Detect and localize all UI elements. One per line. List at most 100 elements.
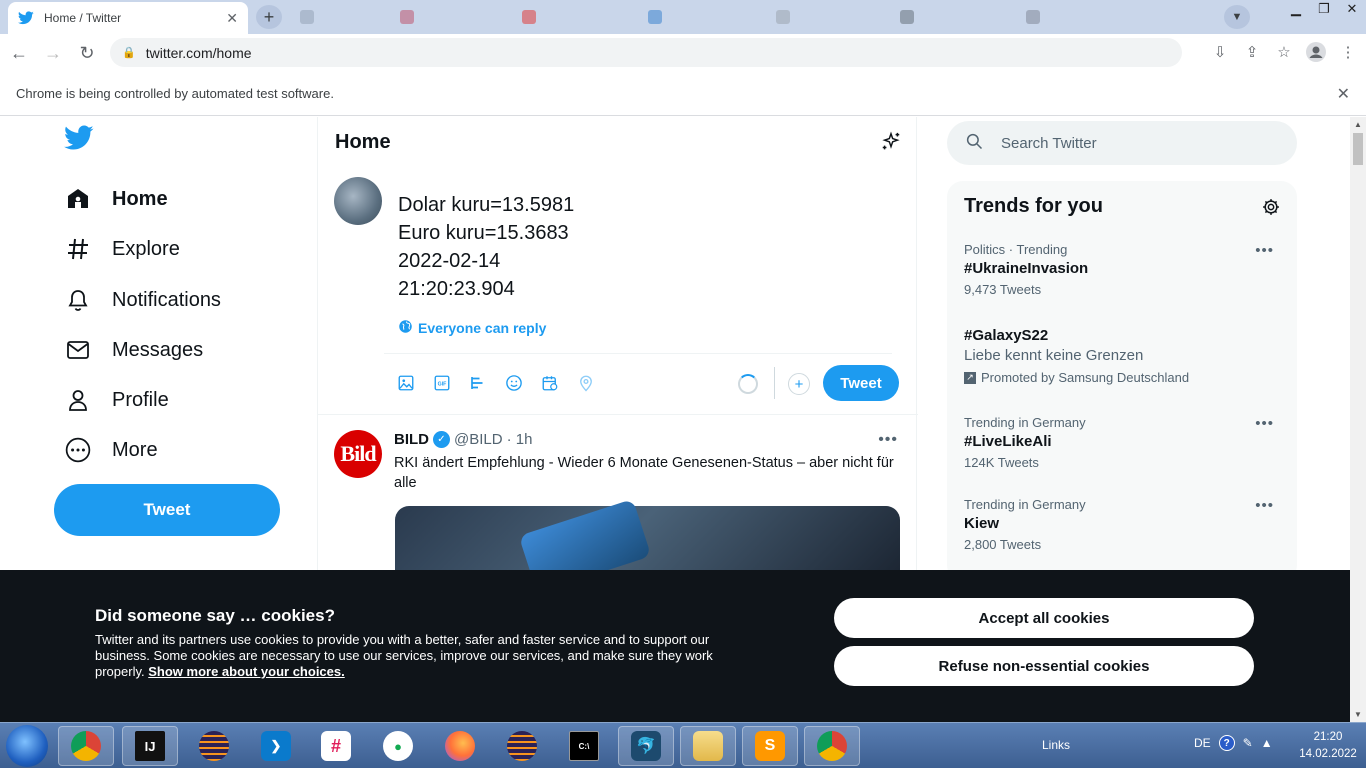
profile-avatar-icon[interactable]: [1306, 40, 1326, 64]
sidebar-item-messages[interactable]: Messages: [64, 330, 203, 370]
background-tab[interactable]: [522, 6, 536, 28]
background-tab[interactable]: [300, 6, 314, 28]
background-tab[interactable]: [900, 6, 914, 28]
lock-icon[interactable]: 🔒: [122, 46, 136, 59]
reply-setting[interactable]: Everyone can reply: [398, 319, 546, 337]
left-navigation: Home Explore Notifications Messages Prof…: [54, 117, 294, 570]
trend-item[interactable]: Trending in Germany #LiveLikeAli 124K Tw…: [964, 415, 1284, 470]
sidebar-item-home[interactable]: Home: [64, 179, 168, 219]
help-icon[interactable]: ?: [1218, 735, 1235, 751]
taskbar-eclipse-app[interactable]: [186, 726, 242, 766]
bookmark-star-icon[interactable]: ☆: [1274, 40, 1294, 64]
mongodb-icon: ●: [383, 731, 413, 761]
trend-name: Kiew: [964, 515, 1000, 532]
tab-search-icon[interactable]: ▼: [1224, 5, 1250, 29]
tweet-submit-button[interactable]: Tweet: [823, 365, 899, 401]
tab-twitter-home[interactable]: Home / Twitter ✕: [8, 2, 248, 34]
pen-input-icon[interactable]: ✎: [1243, 736, 1253, 750]
infobar-close-icon[interactable]: ✕: [1337, 84, 1350, 104]
maximize-icon[interactable]: ❐: [1310, 0, 1338, 18]
share-icon[interactable]: ⇪: [1242, 40, 1262, 64]
taskbar-chrome-app[interactable]: [58, 726, 114, 766]
trend-item[interactable]: Trending in Germany Kiew 2,800 Tweets ••…: [964, 497, 1284, 552]
trend-item[interactable]: Politics · Trending #UkraineInvasion 9,4…: [964, 242, 1284, 297]
user-avatar[interactable]: [334, 177, 382, 225]
search-input[interactable]: Search Twitter: [947, 121, 1297, 165]
taskbar-explorer-app[interactable]: [680, 726, 736, 766]
tweet-handle[interactable]: @BILD: [454, 431, 503, 448]
sidebar-item-explore[interactable]: Explore: [64, 229, 180, 269]
start-button-icon[interactable]: [6, 725, 48, 767]
taskbar-intellij-app[interactable]: IJ: [122, 726, 178, 766]
accept-cookies-button[interactable]: Accept all cookies: [834, 598, 1254, 638]
windows-taskbar: IJ ❯ # ● C:\ 🐬 S Links DE ? ✎ ▲ 21:20 14…: [0, 722, 1366, 768]
automation-infobar: Chrome is being controlled by automated …: [0, 72, 1366, 116]
taskbar-cmd-app[interactable]: C:\: [556, 726, 612, 766]
scrollbar-thumb[interactable]: [1353, 133, 1363, 165]
tab-close-icon[interactable]: ✕: [226, 10, 238, 27]
emoji-icon[interactable]: [504, 373, 524, 393]
back-icon[interactable]: ←: [4, 38, 34, 68]
trend-count: 9,473 Tweets: [964, 282, 1042, 297]
trend-more-icon[interactable]: •••: [1255, 415, 1274, 432]
person-icon: [64, 386, 92, 414]
taskbar-eclipse2-app[interactable]: [494, 726, 550, 766]
home-icon: [64, 185, 92, 213]
bild-avatar[interactable]: Bild: [334, 430, 382, 478]
address-bar[interactable]: 🔒 twitter.com/home: [110, 38, 1182, 67]
taskbar-chrome2-app[interactable]: [804, 726, 860, 766]
settings-gear-icon[interactable]: [1261, 197, 1281, 217]
tweet-button-sidebar[interactable]: Tweet: [54, 484, 280, 536]
refuse-cookies-button[interactable]: Refuse non-essential cookies: [834, 646, 1254, 686]
sparkle-icon[interactable]: [880, 131, 902, 153]
tray-expand-icon[interactable]: ▲: [1261, 736, 1273, 750]
taskbar-sublime-app[interactable]: S: [742, 726, 798, 766]
phone-photo-shape: [518, 498, 652, 570]
scroll-down-icon[interactable]: ▼: [1354, 710, 1362, 719]
poll-icon[interactable]: [468, 373, 488, 393]
browser-toolbar: ← → ↻ 🔒 twitter.com/home ⇩ ⇪ ☆ ⋮: [0, 34, 1366, 72]
background-tab[interactable]: [648, 6, 662, 28]
sidebar-item-profile[interactable]: Profile: [64, 380, 169, 420]
reload-icon[interactable]: ↻: [72, 38, 102, 68]
install-icon[interactable]: ⇩: [1210, 40, 1230, 64]
compose-textbox[interactable]: Dolar kuru=13.5981 Euro kuru=15.3683 202…: [398, 191, 574, 303]
minimize-icon[interactable]: ▁: [1282, 0, 1310, 18]
taskbar-slack-app[interactable]: #: [308, 726, 364, 766]
tweet-header: BILD ✓ @BILD · 1h: [394, 431, 532, 448]
background-tab[interactable]: [776, 6, 790, 28]
image-icon[interactable]: [396, 373, 416, 393]
background-tab[interactable]: [400, 6, 414, 28]
add-thread-button[interactable]: +: [788, 373, 810, 395]
bell-icon: [64, 286, 92, 314]
tweet-author[interactable]: BILD: [394, 431, 429, 448]
location-icon[interactable]: [576, 373, 596, 393]
tweet-image[interactable]: [395, 498, 900, 570]
trend-item-promoted[interactable]: #GalaxyS22 Liebe kennt keine Grenzen ↗ P…: [964, 327, 1284, 385]
taskbar-mysql-app[interactable]: 🐬: [618, 726, 674, 766]
tweet-more-icon[interactable]: •••: [878, 431, 898, 449]
sidebar-item-notifications[interactable]: Notifications: [64, 280, 221, 320]
taskbar-firefox-app[interactable]: [432, 726, 488, 766]
links-toolbar[interactable]: Links: [1042, 738, 1070, 752]
taskbar-mongodb-app[interactable]: ●: [370, 726, 426, 766]
trend-more-icon[interactable]: •••: [1255, 242, 1274, 259]
taskbar-vscode-app[interactable]: ❯: [248, 726, 304, 766]
language-indicator[interactable]: DE: [1194, 736, 1211, 750]
trend-more-icon[interactable]: •••: [1255, 497, 1274, 514]
scroll-up-icon[interactable]: ▲: [1354, 120, 1362, 129]
gif-icon[interactable]: GIF: [432, 373, 452, 393]
sidebar-item-more[interactable]: More: [64, 430, 158, 470]
twitter-logo-icon[interactable]: [64, 125, 98, 159]
new-tab-button[interactable]: +: [256, 5, 282, 29]
tweet-time[interactable]: · 1h: [507, 431, 533, 448]
cookie-choices-link[interactable]: Show more about your choices.: [148, 664, 344, 679]
trend-description: Liebe kennt keine Grenzen: [964, 347, 1144, 364]
menu-kebab-icon[interactable]: ⋮: [1338, 40, 1358, 64]
close-window-icon[interactable]: ✕: [1338, 0, 1366, 18]
background-tab[interactable]: [1026, 6, 1040, 28]
forward-icon[interactable]: →: [38, 38, 68, 68]
schedule-icon[interactable]: [540, 373, 560, 393]
page-scrollbar[interactable]: ▲ ▼: [1350, 117, 1366, 722]
system-clock[interactable]: 21:20 14.02.2022: [1294, 729, 1362, 763]
